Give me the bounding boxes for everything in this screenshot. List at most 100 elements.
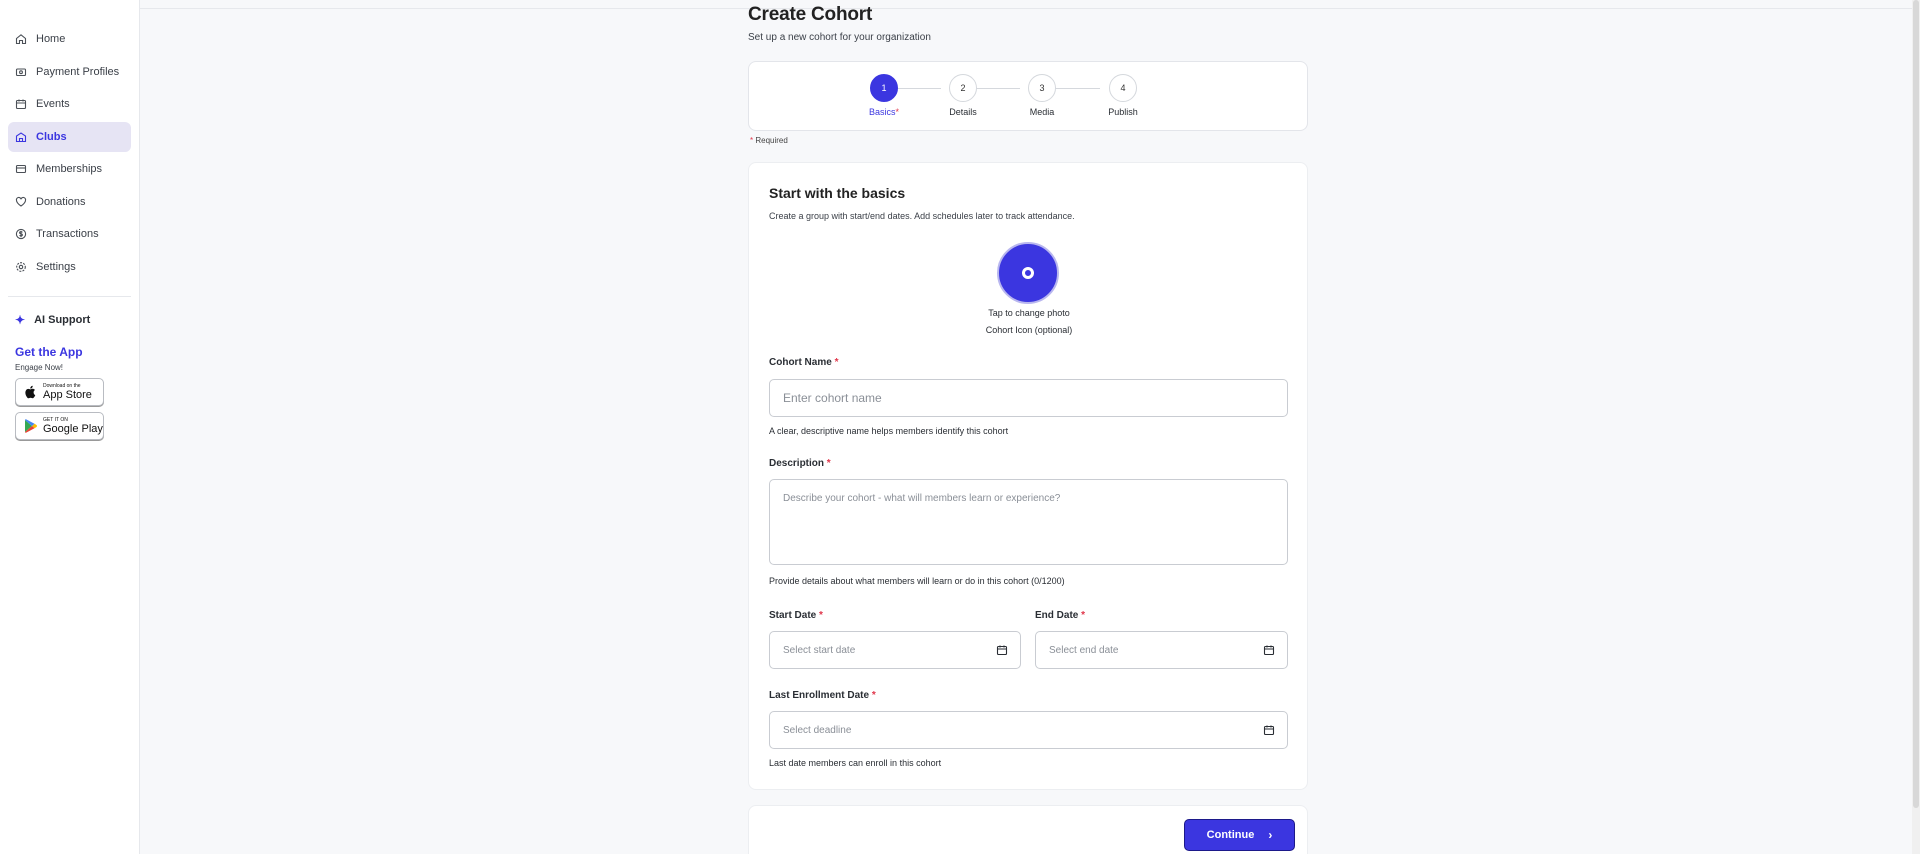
form-footer: Continue › [748, 805, 1308, 854]
google-play-button[interactable]: GET IT ON Google Play [15, 411, 104, 440]
step-media[interactable]: 3 Media [1028, 74, 1056, 117]
sidebar-item-label: Payment Profiles [36, 65, 120, 78]
step-number: 2 [949, 74, 977, 102]
cohort-photo-button[interactable] [997, 242, 1059, 304]
sparkle-icon: ✦ [15, 312, 26, 327]
membership-card-icon [15, 163, 27, 175]
description-textarea[interactable]: Describe your cohort - what will members… [769, 479, 1288, 565]
sidebar: Home Payment Profiles Events Clubs Membe… [0, 0, 140, 854]
sidebar-item-events[interactable]: Events [8, 89, 131, 119]
page-subtitle: Set up a new cohort for your organizatio… [748, 32, 931, 43]
step-basics[interactable]: 1 Basics* [869, 74, 899, 117]
calendar-icon [1263, 644, 1275, 656]
continue-button[interactable]: Continue › [1184, 819, 1295, 851]
required-asterisk: * [819, 610, 823, 621]
apple-icon [22, 384, 38, 400]
app-store-text: Download on the App Store [43, 383, 92, 401]
description-help: Provide details about what members will … [769, 576, 1065, 586]
cohort-name-label: Cohort Name * [769, 357, 838, 368]
start-date-picker[interactable]: Select start date [769, 631, 1021, 669]
camera-icon [1022, 267, 1034, 279]
continue-label: Continue [1206, 829, 1255, 841]
last-enrollment-help: Last date members can enroll in this coh… [769, 758, 942, 768]
required-note-text: Required [755, 136, 788, 145]
end-date-picker[interactable]: Select end date [1035, 631, 1288, 669]
step-number: 4 [1109, 74, 1137, 102]
google-play-big: Google Play [43, 422, 103, 435]
last-enrollment-label-text: Last Enrollment Date [769, 690, 870, 701]
cohort-icon-label: Cohort Icon (optional) [985, 325, 1073, 335]
sidebar-divider [8, 295, 131, 297]
sidebar-item-transactions[interactable]: Transactions [8, 219, 131, 249]
end-date-placeholder: Select end date [1049, 644, 1119, 656]
dollar-icon [15, 228, 27, 240]
ai-support-label: AI Support [34, 313, 91, 326]
app-store-big: App Store [43, 388, 92, 401]
cohort-name-input[interactable]: Enter cohort name [769, 379, 1288, 417]
sidebar-item-label: Memberships [36, 163, 103, 175]
section-description: Create a group with start/end dates. Add… [769, 211, 1075, 221]
gear-icon [15, 261, 27, 273]
sidebar-item-clubs[interactable]: Clubs [8, 121, 131, 152]
step-publish[interactable]: 4 Publish [1108, 74, 1138, 117]
step-number: 1 [870, 74, 898, 102]
step-label: Basics* [869, 107, 899, 117]
tap-to-change-photo: Tap to change photo [988, 308, 1070, 318]
start-date-label: Start Date * [769, 610, 823, 621]
app-store-button[interactable]: Download on the App Store [15, 377, 104, 406]
sidebar-item-label: Settings [36, 260, 76, 273]
scrollbar-thumb[interactable] [1913, 0, 1919, 808]
last-enrollment-label: Last Enrollment Date * [769, 690, 876, 701]
google-play-text: GET IT ON Google Play [43, 417, 103, 435]
google-play-icon [22, 418, 38, 434]
page-scrollbar[interactable] [1912, 0, 1920, 854]
required-asterisk: * [1081, 610, 1086, 621]
page-title: Create Cohort [748, 4, 873, 25]
calendar-icon [1263, 724, 1275, 736]
description-placeholder: Describe your cohort - what will members… [783, 493, 1061, 504]
calendar-icon [15, 98, 27, 110]
required-asterisk: * [871, 690, 876, 701]
step-number: 3 [1028, 74, 1056, 102]
last-enrollment-placeholder: Select deadline [783, 724, 852, 736]
end-date-label: End Date * [1035, 610, 1085, 621]
step-label: Publish [1108, 107, 1138, 117]
step-label-text: Basics [868, 107, 896, 117]
sidebar-item-label: Donations [36, 195, 86, 208]
sidebar-item-payment-profiles[interactable]: Payment Profiles [8, 57, 131, 87]
end-date-label-text: End Date [1035, 610, 1079, 621]
heart-icon [15, 196, 27, 208]
payment-icon [15, 66, 27, 78]
cohort-name-label-text: Cohort Name [769, 357, 832, 368]
last-enrollment-picker[interactable]: Select deadline [769, 711, 1288, 749]
clubs-icon [15, 131, 27, 143]
sidebar-item-donations[interactable]: Donations [8, 187, 131, 217]
required-asterisk: * [826, 458, 831, 469]
required-asterisk: * [834, 357, 839, 368]
basics-card: Start with the basics Create a group wit… [748, 162, 1308, 790]
stepper: 1 Basics* 2 Details 3 Media 4 Publish [748, 61, 1308, 131]
home-icon [15, 33, 27, 45]
sidebar-item-label: Transactions [36, 228, 99, 240]
chevron-right-icon: › [1268, 828, 1273, 842]
sidebar-item-home[interactable]: Home [8, 24, 131, 54]
description-label-text: Description [769, 458, 825, 469]
start-date-placeholder: Select start date [783, 644, 856, 656]
step-label: Media [1029, 107, 1055, 117]
cohort-name-placeholder: Enter cohort name [783, 391, 882, 405]
sidebar-item-label: Clubs [36, 130, 67, 143]
section-heading: Start with the basics [769, 185, 906, 201]
step-details[interactable]: 2 Details [949, 74, 977, 117]
get-app-section: Get the App Engage Now! Download on the … [15, 345, 139, 440]
ai-support-link[interactable]: ✦ AI Support [8, 309, 131, 331]
required-note: * Required [750, 136, 788, 145]
cohort-name-help: A clear, descriptive name helps members … [769, 426, 1009, 436]
sidebar-nav: Home Payment Profiles Events Clubs Membe… [0, 0, 139, 282]
sidebar-item-label: Events [36, 98, 70, 110]
sidebar-item-settings[interactable]: Settings [8, 252, 131, 282]
sidebar-item-memberships[interactable]: Memberships [8, 154, 131, 184]
start-date-label-text: Start Date [769, 610, 817, 621]
description-label: Description * [769, 458, 831, 469]
calendar-icon [996, 644, 1008, 656]
get-app-title: Get the App [15, 344, 83, 359]
